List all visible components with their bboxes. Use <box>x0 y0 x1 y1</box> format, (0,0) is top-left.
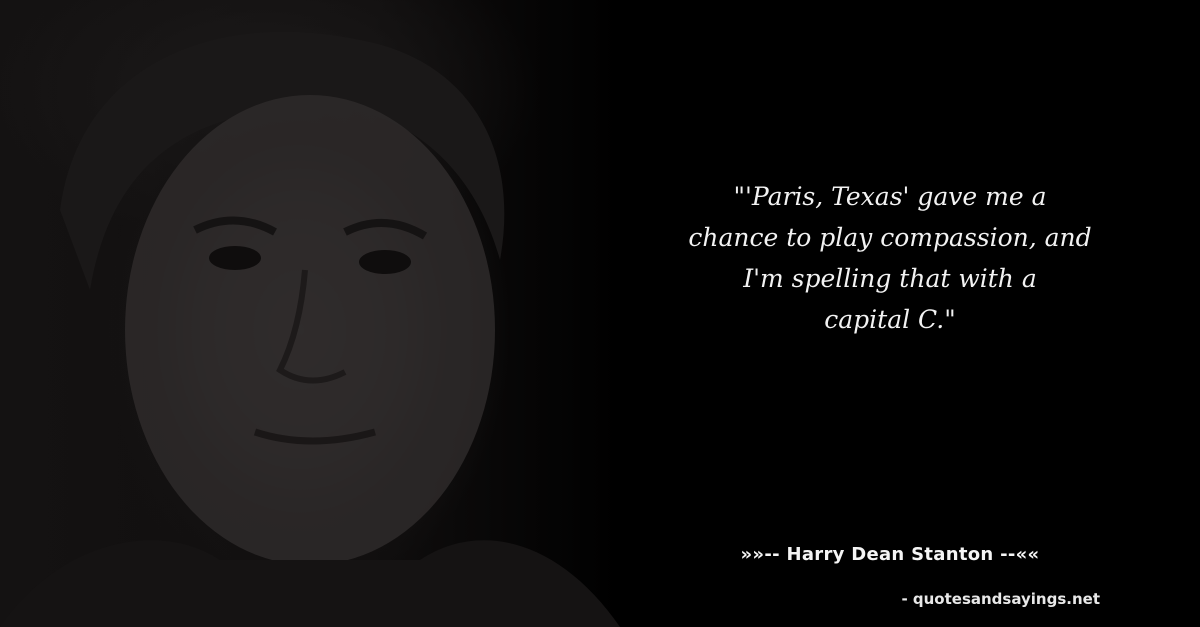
quote-line: chance to play compassion, and <box>688 223 1092 252</box>
source-link[interactable]: - quotesandsayings.net <box>640 590 1100 608</box>
portrait-illustration <box>0 31 620 627</box>
left-eye <box>209 246 261 270</box>
face-shape <box>125 95 495 565</box>
quote-line: "'Paris, Texas' gave me a <box>733 182 1047 211</box>
right-eye <box>359 250 411 274</box>
portrait-image <box>0 0 620 627</box>
quote-card: "'Paris, Texas' gave me a chance to play… <box>0 0 1200 627</box>
quote-line: capital C." <box>824 305 956 334</box>
author-attribution: »»-- Harry Dean Stanton --«« <box>740 544 1040 565</box>
quote-line: I'm spelling that with a <box>743 264 1037 293</box>
quote-text: "'Paris, Texas' gave me a chance to play… <box>640 176 1140 340</box>
